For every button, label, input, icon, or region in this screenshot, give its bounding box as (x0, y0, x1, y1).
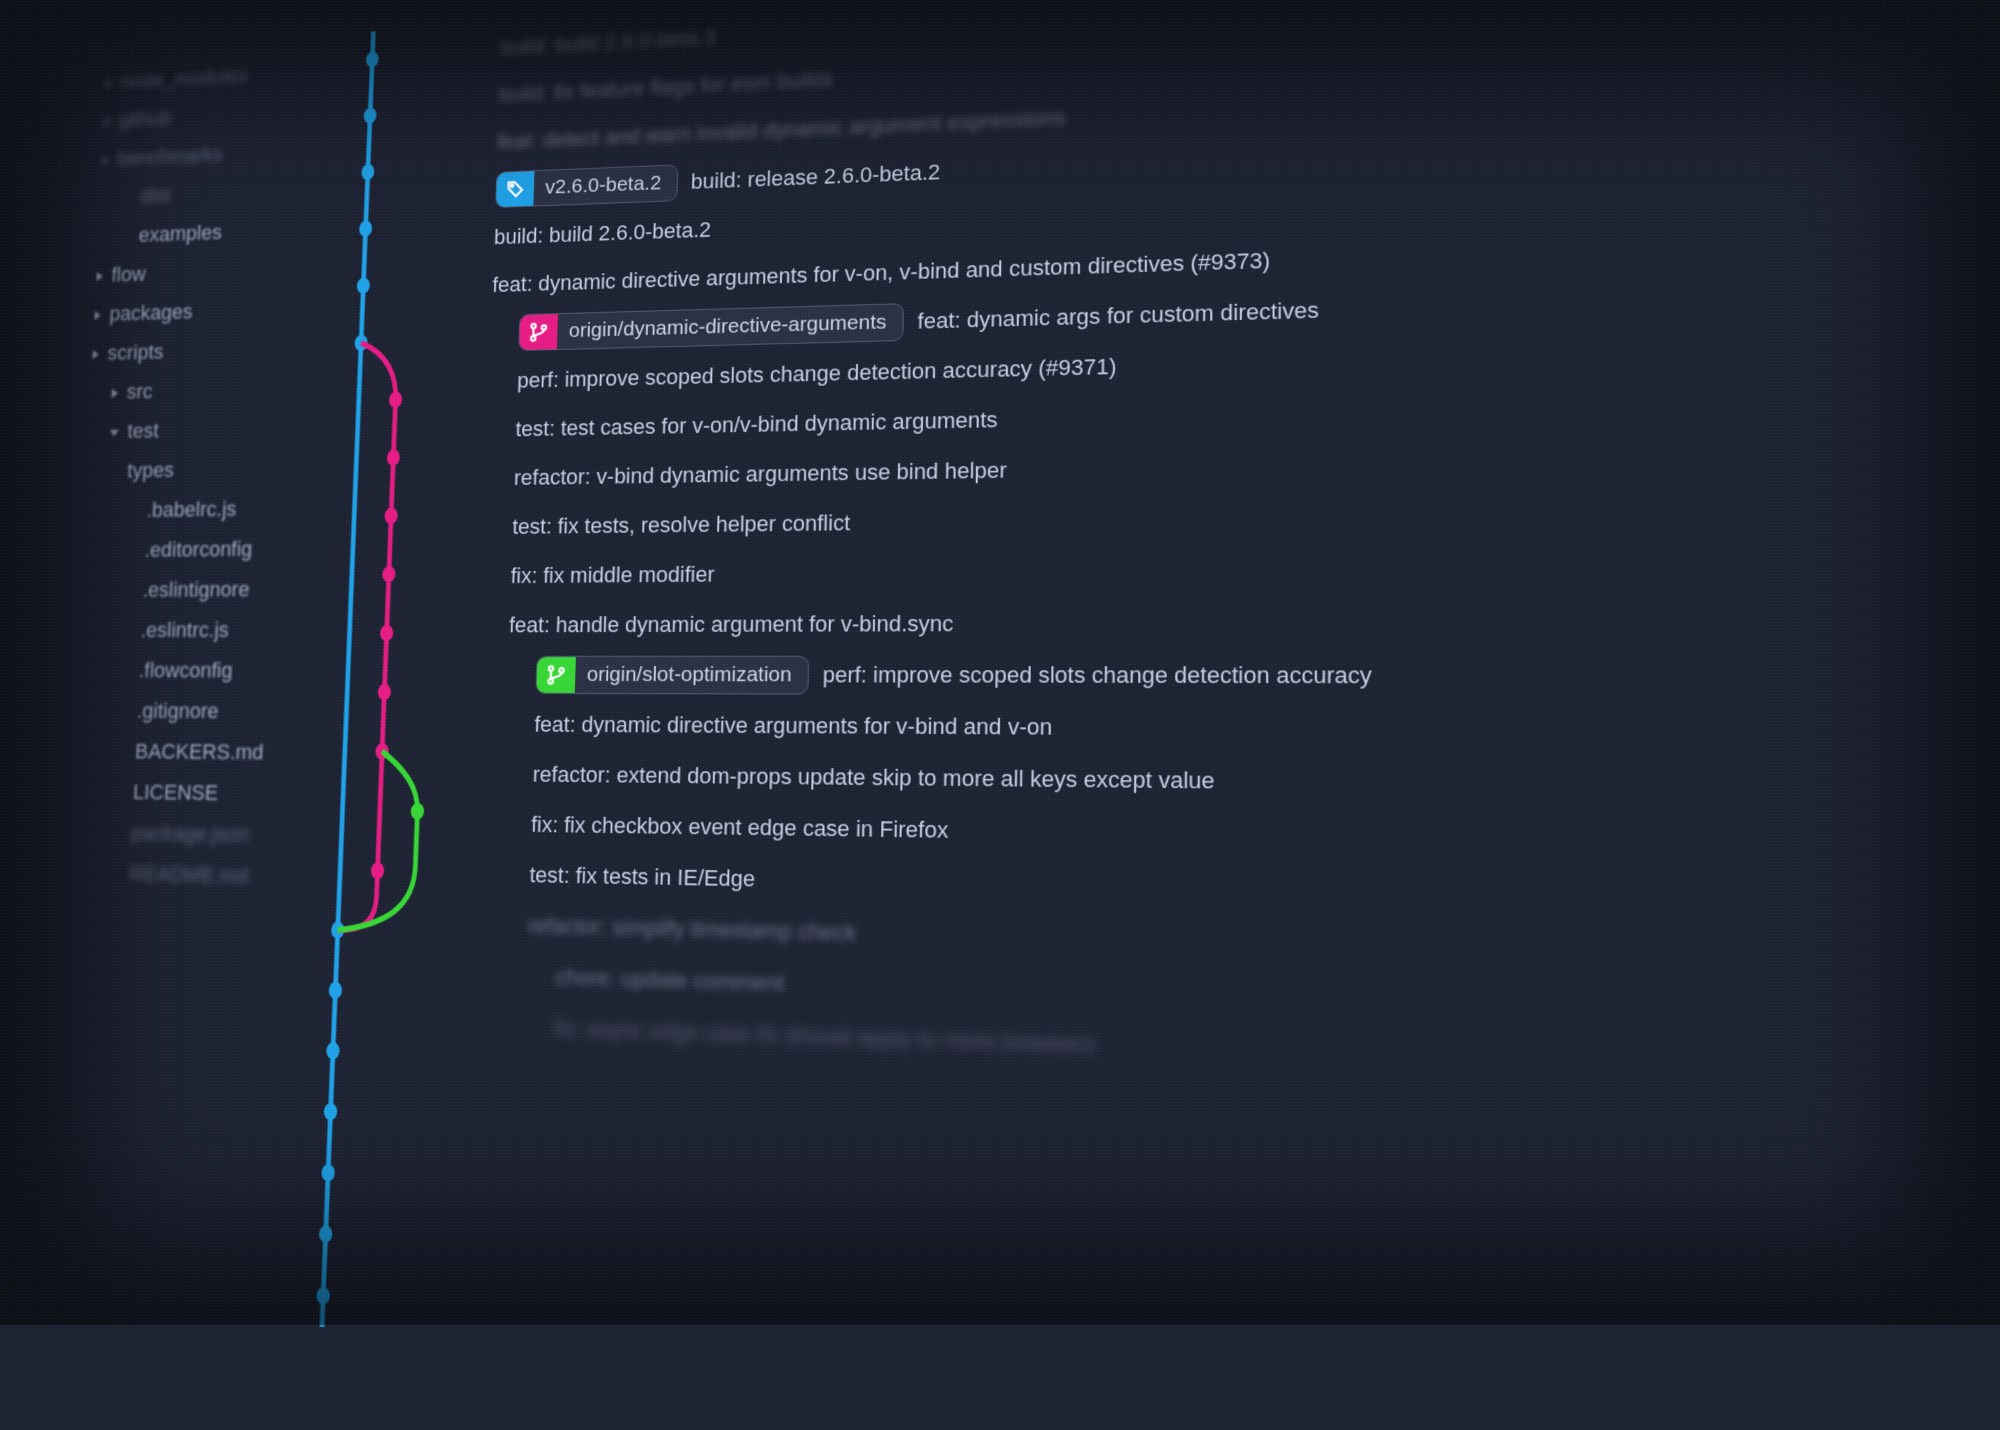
tree-item[interactable]: LICENSE (61, 771, 307, 815)
caret-icon (113, 787, 124, 799)
tree-item-label: .editorconfig (144, 537, 253, 563)
tree-item-label: types (127, 458, 175, 483)
commit-message: feat: handle dynamic argument for v-bind… (509, 611, 954, 639)
caret-icon (96, 272, 103, 281)
caret-icon (112, 389, 119, 399)
commit-message: chore: update comment (555, 964, 784, 997)
caret-icon (92, 350, 99, 359)
tree-item-label: .eslintignore (142, 577, 250, 603)
tree-item[interactable]: packages (85, 288, 327, 335)
commit-list: build: build 2.6.0-beta.3 build: fix feat… (447, 0, 2000, 1430)
tree-item[interactable]: BACKERS.md (63, 731, 309, 774)
file-tree-sidebar: node_modulesgithub benchmarks dist examples… (17, 33, 346, 1325)
tree-item-label: .babelrc.js (146, 497, 237, 523)
tree-item-label: github (119, 106, 172, 132)
caret-icon (127, 506, 138, 518)
tree-item[interactable]: test (79, 408, 322, 453)
tree-item-label: scripts (107, 340, 164, 366)
caret-icon (94, 311, 101, 320)
commit-message: fix: async edge case fix should apply to… (553, 1015, 1096, 1059)
tree-item[interactable]: types (77, 448, 320, 492)
tree-item-label: .gitignore (136, 699, 219, 724)
branch-chip[interactable]: origin/slot-optimization (535, 656, 809, 695)
tree-item-label: flow (111, 262, 146, 287)
tree-item-label: .flowconfig (138, 658, 233, 683)
caret-icon (123, 586, 134, 598)
commit-message: build: release 2.6.0-beta.2 (691, 160, 941, 195)
tree-item-label: examples (138, 220, 222, 247)
commit-message: feat: dynamic directive arguments for v-… (534, 712, 1052, 741)
commit-message: feat: dynamic args for custom directives (917, 297, 1319, 334)
commit-row[interactable]: feat: handle dynamic argument for v-bind… (480, 592, 2000, 650)
tree-item[interactable]: .flowconfig (67, 650, 312, 691)
commit-message: refactor: v-bind dynamic arguments use b… (514, 457, 1008, 490)
tree-item[interactable]: .editorconfig (73, 528, 317, 570)
caret-icon (102, 156, 109, 165)
caret-icon (111, 828, 122, 840)
tree-item-label: src (126, 379, 153, 404)
branch-chip[interactable]: origin/dynamic-directive-arguments (518, 303, 904, 351)
tree-item-label: benchmarks (117, 142, 223, 171)
tree-item[interactable]: src (81, 367, 324, 412)
caret-icon (121, 192, 132, 203)
branch-icon (536, 657, 575, 693)
tree-item-label: dist (140, 183, 171, 208)
commit-row[interactable]: origin/slot-optimization perf: improve sc… (478, 648, 2000, 704)
caret-icon (108, 466, 119, 477)
caret-icon (110, 429, 119, 436)
caret-icon (117, 706, 128, 718)
caret-icon (125, 546, 136, 558)
branch-chip-label: v2.6.0-beta.2 (534, 171, 677, 200)
commit-message: fix: fix checkbox event edge case in Fir… (531, 812, 949, 844)
commit-message: refactor: simplify timestamp check (528, 913, 857, 947)
commit-message: refactor: extend dom-props update skip t… (532, 762, 1214, 795)
tree-item[interactable]: package.json (59, 812, 306, 857)
branch-chip-label: origin/dynamic-directive-arguments (557, 310, 903, 343)
branch-chip[interactable]: v2.6.0-beta.2 (495, 164, 678, 208)
tag-icon (496, 171, 534, 207)
tree-item[interactable]: .eslintignore (71, 569, 315, 611)
tree-item[interactable]: README.md (57, 852, 304, 898)
tree-item-label: .eslintrc.js (140, 618, 229, 643)
tree-item[interactable]: .gitignore (65, 691, 310, 733)
commit-message: perf: improve scoped slots change detect… (517, 354, 1117, 394)
caret-icon (119, 231, 130, 242)
commit-message: test: fix tests, resolve helper conflict (512, 510, 850, 540)
tree-item[interactable]: scripts (83, 328, 325, 374)
caret-icon (119, 666, 130, 678)
commit-message: perf: improve scoped slots change detect… (822, 662, 1371, 690)
tree-item-label: BACKERS.md (134, 739, 264, 765)
tree-item-label: node_modules (121, 64, 249, 94)
commit-message: build: build 2.6.0-beta.3 (500, 25, 716, 61)
caret-icon (106, 79, 113, 88)
commit-message: test: test cases for v-on/v-bind dynamic… (515, 407, 998, 442)
tree-item-label: LICENSE (132, 780, 218, 806)
tree-item-label: package.json (131, 820, 250, 847)
tree-item[interactable]: .babelrc.js (75, 488, 319, 531)
commit-message: build: fix feature flags for esm builds (499, 67, 834, 108)
commit-message: build: build 2.6.0-beta.2 (494, 217, 712, 250)
tree-item-label: test (127, 419, 160, 444)
caret-icon (115, 747, 126, 759)
tree-item-label: packages (109, 300, 193, 327)
tree-item-label: README.md (129, 861, 249, 889)
caret-icon (104, 117, 111, 126)
tree-item[interactable]: .eslintrc.js (69, 610, 314, 651)
commit-message: fix: fix middle modifier (510, 562, 715, 589)
caret-icon (109, 869, 120, 881)
caret-icon (121, 626, 132, 638)
commit-message: test: fix tests in IE/Edge (529, 862, 755, 893)
branch-chip-label: origin/slot-optimization (575, 663, 808, 687)
branch-icon (519, 314, 558, 350)
